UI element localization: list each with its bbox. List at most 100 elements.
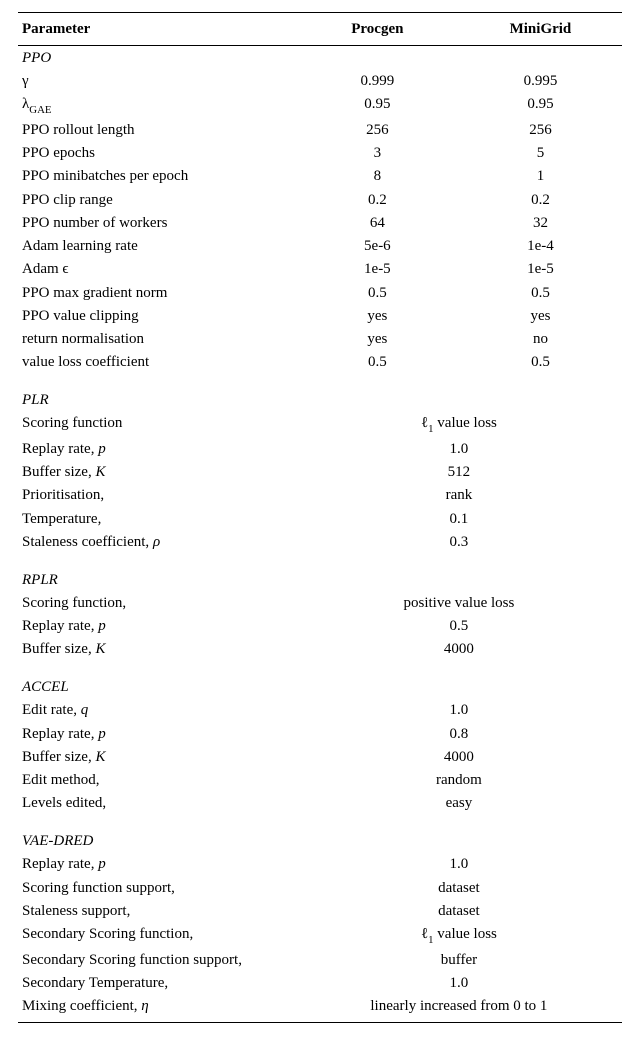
value-shared: 1.0: [296, 971, 622, 994]
table-row: Buffer size, K4000: [18, 638, 622, 661]
value-procgen: 0.5: [296, 351, 459, 374]
section-title: VAE-DRED: [18, 815, 622, 853]
value-minigrid: 1e-5: [459, 258, 622, 281]
value-procgen: 1e-5: [296, 258, 459, 281]
value-minigrid: 32: [459, 211, 622, 234]
parameter-name: Buffer size, K: [18, 461, 296, 484]
parameter-name: Staleness coefficient, ρ: [18, 530, 296, 553]
parameter-name: Edit method,: [18, 769, 296, 792]
table-row: Temperature,0.1: [18, 507, 622, 530]
value-shared: 1.0: [296, 853, 622, 876]
value-shared: 0.8: [296, 722, 622, 745]
value-shared: 4000: [296, 745, 622, 768]
header-procgen: Procgen: [296, 13, 459, 46]
table-row: Replay rate, p0.8: [18, 722, 622, 745]
section-title: PPO: [18, 46, 622, 70]
parameter-name: Staleness support,: [18, 899, 296, 922]
table-row: PPO max gradient norm0.50.5: [18, 281, 622, 304]
parameter-name: PPO epochs: [18, 142, 296, 165]
value-minigrid: 256: [459, 118, 622, 141]
section-header: PLR: [18, 374, 622, 412]
table-row: Scoring functionℓ1 value loss: [18, 412, 622, 438]
parameter-name: Replay rate, p: [18, 853, 296, 876]
table-row: Levels edited,easy: [18, 792, 622, 815]
table-row: Edit method,random: [18, 769, 622, 792]
table-row: Prioritisation,rank: [18, 484, 622, 507]
value-minigrid: 1e-4: [459, 235, 622, 258]
table-row: Staleness coefficient, ρ0.3: [18, 530, 622, 553]
table-row: Staleness support,dataset: [18, 899, 622, 922]
table-row: Replay rate, p0.5: [18, 615, 622, 638]
value-shared: dataset: [296, 876, 622, 899]
value-procgen: 64: [296, 211, 459, 234]
table-row: PPO minibatches per epoch81: [18, 165, 622, 188]
value-shared: rank: [296, 484, 622, 507]
value-procgen: 0.999: [296, 70, 459, 93]
value-shared: ℓ1 value loss: [296, 412, 622, 438]
table-row: Buffer size, K4000: [18, 745, 622, 768]
value-shared: 0.5: [296, 615, 622, 638]
value-shared: 4000: [296, 638, 622, 661]
parameter-name: PPO rollout length: [18, 118, 296, 141]
value-minigrid: 0.2: [459, 188, 622, 211]
table-row: Edit rate, q1.0: [18, 699, 622, 722]
table-row: Mixing coefficient, ηlinearly increased …: [18, 995, 622, 1023]
parameter-name: Secondary Scoring function support,: [18, 948, 296, 971]
parameter-name: λGAE: [18, 93, 296, 119]
table-row: Scoring function support,dataset: [18, 876, 622, 899]
header-parameter: Parameter: [18, 13, 296, 46]
parameter-name: value loss coefficient: [18, 351, 296, 374]
parameter-name: return normalisation: [18, 328, 296, 351]
table-row: Adam ϵ1e-51e-5: [18, 258, 622, 281]
parameter-name: Secondary Temperature,: [18, 971, 296, 994]
table-row: Replay rate, p1.0: [18, 437, 622, 460]
section-title: RPLR: [18, 554, 622, 592]
parameter-name: Replay rate, p: [18, 722, 296, 745]
parameter-name: Mixing coefficient, η: [18, 995, 296, 1023]
table-row: Buffer size, K512: [18, 461, 622, 484]
table-row: Replay rate, p1.0: [18, 853, 622, 876]
parameter-name: Buffer size, K: [18, 638, 296, 661]
table-row: γ0.9990.995: [18, 70, 622, 93]
value-procgen: 8: [296, 165, 459, 188]
section-header: PPO: [18, 46, 622, 70]
table-row: Secondary Scoring function support,buffe…: [18, 948, 622, 971]
parameter-name: Prioritisation,: [18, 484, 296, 507]
value-procgen: 3: [296, 142, 459, 165]
section-header: ACCEL: [18, 661, 622, 699]
value-shared: ℓ1 value loss: [296, 923, 622, 949]
value-minigrid: 5: [459, 142, 622, 165]
value-procgen: 0.5: [296, 281, 459, 304]
table-header-row: Parameter Procgen MiniGrid: [18, 13, 622, 46]
value-minigrid: 0.5: [459, 351, 622, 374]
value-procgen: yes: [296, 328, 459, 351]
value-shared: dataset: [296, 899, 622, 922]
section-header: RPLR: [18, 554, 622, 592]
table-row: Scoring function,positive value loss: [18, 591, 622, 614]
table-row: Adam learning rate5e-61e-4: [18, 235, 622, 258]
value-minigrid: 0.95: [459, 93, 622, 119]
value-procgen: yes: [296, 304, 459, 327]
parameter-name: Secondary Scoring function,: [18, 923, 296, 949]
parameter-name: PPO number of workers: [18, 211, 296, 234]
value-procgen: 0.95: [296, 93, 459, 119]
table-row: PPO number of workers6432: [18, 211, 622, 234]
table-row: value loss coefficient0.50.5: [18, 351, 622, 374]
value-shared: 1.0: [296, 437, 622, 460]
parameter-name: PPO value clipping: [18, 304, 296, 327]
parameter-name: Scoring function: [18, 412, 296, 438]
value-shared: easy: [296, 792, 622, 815]
value-minigrid: 0.995: [459, 70, 622, 93]
table-row: Secondary Scoring function,ℓ1 value loss: [18, 923, 622, 949]
value-shared: random: [296, 769, 622, 792]
value-procgen: 256: [296, 118, 459, 141]
parameter-name: Replay rate, p: [18, 437, 296, 460]
value-shared: buffer: [296, 948, 622, 971]
section-header: VAE-DRED: [18, 815, 622, 853]
parameter-name: Scoring function,: [18, 591, 296, 614]
value-minigrid: no: [459, 328, 622, 351]
table-row: PPO epochs35: [18, 142, 622, 165]
value-shared: positive value loss: [296, 591, 622, 614]
value-shared: linearly increased from 0 to 1: [296, 995, 622, 1023]
parameter-name: Replay rate, p: [18, 615, 296, 638]
